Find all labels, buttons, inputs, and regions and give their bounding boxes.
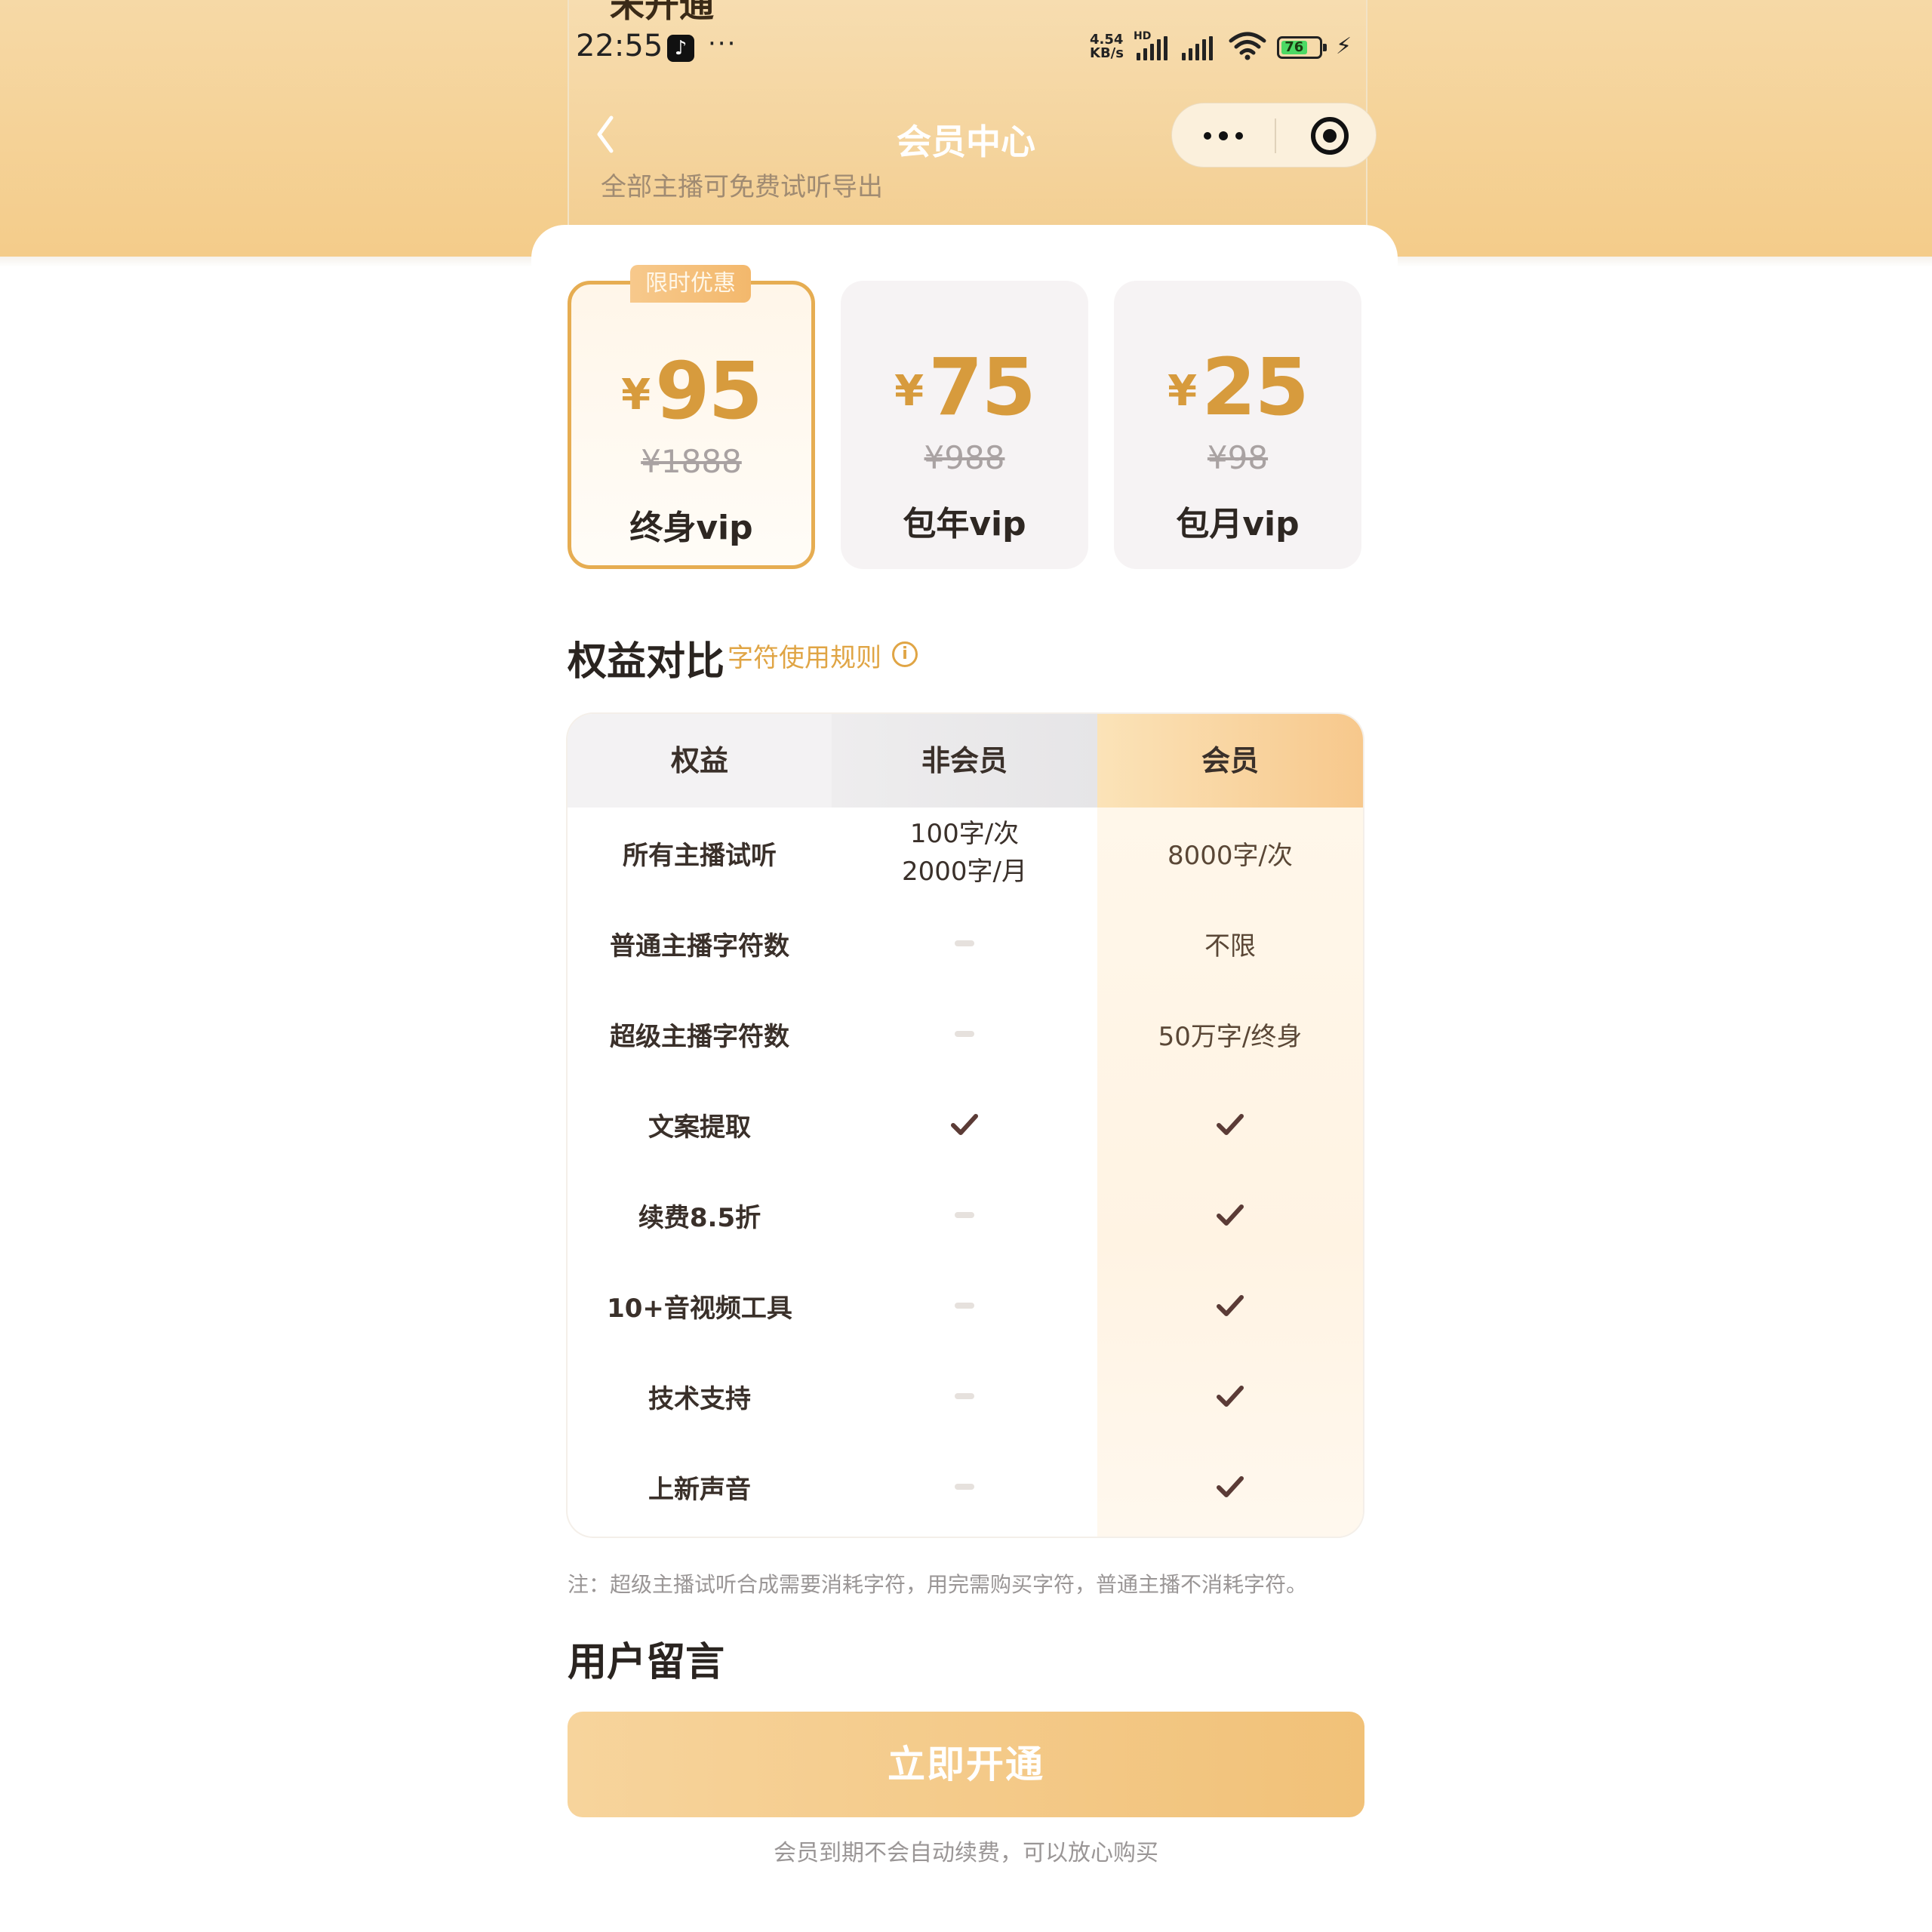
plan-name: 包年vip <box>903 505 1026 543</box>
benefit-name: 所有主播试听 <box>623 840 777 871</box>
plan-card-lifetime[interactable]: 限时优惠 ¥95 ¥1888 终身vip <box>568 265 815 569</box>
comments-section-title: 用户留言 <box>568 1640 725 1685</box>
status-time: 22:55 <box>576 29 663 63</box>
table-header-benefit: 权益 <box>568 714 832 808</box>
plan-name: 包月vip <box>1176 505 1300 543</box>
table-header-non-member: 非会员 <box>832 714 1097 808</box>
page-subtitle: 全部主播可免费试听导出 <box>601 172 883 202</box>
plan-badge: 限时优惠 <box>630 265 751 303</box>
benefit-name: 文案提取 <box>648 1112 751 1143</box>
non-member-value <box>832 1260 1097 1351</box>
check-icon <box>1217 1204 1244 1226</box>
currency-symbol: ¥ <box>621 371 651 420</box>
non-member-value <box>832 898 1097 989</box>
subscribe-now-button[interactable]: 立即开通 <box>568 1712 1364 1817</box>
table-row: 普通主播字符数 不限 <box>568 898 1363 989</box>
non-member-value <box>832 1351 1097 1441</box>
check-icon <box>1217 1295 1244 1316</box>
member-value <box>1097 1260 1363 1351</box>
dash-icon <box>955 1303 974 1309</box>
check-icon <box>1217 1386 1244 1407</box>
table-row: 续费8.5折 <box>568 1170 1363 1260</box>
non-member-value <box>832 989 1097 1079</box>
character-rules-link[interactable]: 字符使用规则 <box>728 637 881 674</box>
info-icon[interactable]: i <box>892 641 918 667</box>
benefit-name: 10+音视频工具 <box>607 1293 792 1324</box>
currency-symbol: ¥ <box>1168 367 1198 416</box>
table-row: 上新声音 <box>568 1441 1363 1532</box>
benefit-name: 续费8.5折 <box>638 1202 761 1233</box>
non-member-value <box>832 1079 1097 1170</box>
benefit-name: 上新声音 <box>648 1474 751 1505</box>
check-icon <box>1217 1114 1244 1135</box>
battery-level: 76 <box>1281 41 1307 54</box>
check-icon <box>951 1114 978 1135</box>
plan-original-price: ¥1888 <box>641 443 742 480</box>
battery-icon: 76 <box>1277 36 1327 59</box>
table-header-member: 会员 <box>1097 714 1363 808</box>
member-value: 50万字/终身 <box>1158 1021 1303 1052</box>
table-row: 10+音视频工具 <box>568 1260 1363 1351</box>
currency-symbol: ¥ <box>894 367 924 416</box>
plan-card-yearly[interactable]: ¥75 ¥988 包年vip <box>841 281 1088 569</box>
character-usage-note: 注：超级主播试听合成需要消耗字符，用完需购买字符，普通主播不消耗字符。 <box>568 1572 1308 1597</box>
member-value <box>1097 1351 1363 1441</box>
plan-price: ¥95 <box>571 345 811 437</box>
member-value: 不限 <box>1204 931 1256 961</box>
plan-price-value: 25 <box>1201 341 1309 433</box>
table-row: 技术支持 <box>568 1351 1363 1441</box>
check-icon <box>1217 1476 1244 1497</box>
plan-price: ¥25 <box>1114 341 1361 433</box>
member-value: 8000字/次 <box>1168 840 1293 871</box>
benefit-name: 技术支持 <box>648 1383 751 1414</box>
dash-icon <box>955 1031 974 1037</box>
signal-strength-icon <box>1137 33 1168 60</box>
status-more-icon: ··· <box>708 29 737 59</box>
tiktok-notification-icon: ♪ <box>667 35 694 62</box>
back-arrow-icon[interactable] <box>590 112 620 157</box>
cell-text-line: 100字/次 <box>909 819 1020 849</box>
auto-renew-footnote: 会员到期不会自动续费，可以放心购买 <box>774 1840 1158 1866</box>
plan-price: ¥75 <box>841 341 1088 433</box>
cell-text-line: 2000字/月 <box>902 857 1027 887</box>
plan-card-monthly[interactable]: ¥25 ¥98 包月vip <box>1114 281 1361 569</box>
table-row: 所有主播试听 100字/次 2000字/月 8000字/次 <box>568 808 1363 898</box>
plan-price-value: 75 <box>928 341 1036 433</box>
table-row: 超级主播字符数 50万字/终身 <box>568 989 1363 1079</box>
non-member-value <box>832 1441 1097 1532</box>
charging-bolt-icon: ⚡ <box>1336 33 1352 60</box>
miniprogram-capsule <box>1171 103 1377 168</box>
signal-strength-icon <box>1182 33 1213 60</box>
close-miniprogram-icon[interactable] <box>1311 117 1349 155</box>
plan-original-price: ¥98 <box>1207 439 1269 476</box>
plan-original-price: ¥988 <box>924 439 1005 476</box>
wifi-icon <box>1229 32 1266 60</box>
page-title: 会员中心 <box>897 122 1035 162</box>
membership-status-headline: 未开通 <box>610 0 714 25</box>
member-value <box>1097 1441 1363 1532</box>
non-member-value: 100字/次 2000字/月 <box>832 808 1097 898</box>
capsule-divider <box>1275 118 1276 153</box>
dash-icon <box>955 940 974 946</box>
network-speed-unit: KB/s <box>1090 45 1124 61</box>
benefit-name: 普通主播字符数 <box>610 931 789 961</box>
dash-icon <box>955 1484 974 1490</box>
dash-icon <box>955 1393 974 1399</box>
network-speed: 4.54 KB/s <box>1090 33 1124 60</box>
plan-price-value: 95 <box>655 345 763 437</box>
member-value <box>1097 1079 1363 1170</box>
table-row: 文案提取 <box>568 1079 1363 1170</box>
benefits-comparison-table: 权益 非会员 会员 所有主播试听 100字/次 2000字/月 8000字/次普通主播… <box>568 714 1363 1537</box>
non-member-value <box>832 1170 1097 1260</box>
dash-icon <box>955 1212 974 1218</box>
benefits-section-title: 权益对比 <box>568 639 725 685</box>
benefit-name: 超级主播字符数 <box>610 1021 789 1052</box>
member-value <box>1097 1170 1363 1260</box>
more-options-icon[interactable] <box>1199 123 1249 149</box>
plan-name: 终身vip <box>629 509 753 547</box>
